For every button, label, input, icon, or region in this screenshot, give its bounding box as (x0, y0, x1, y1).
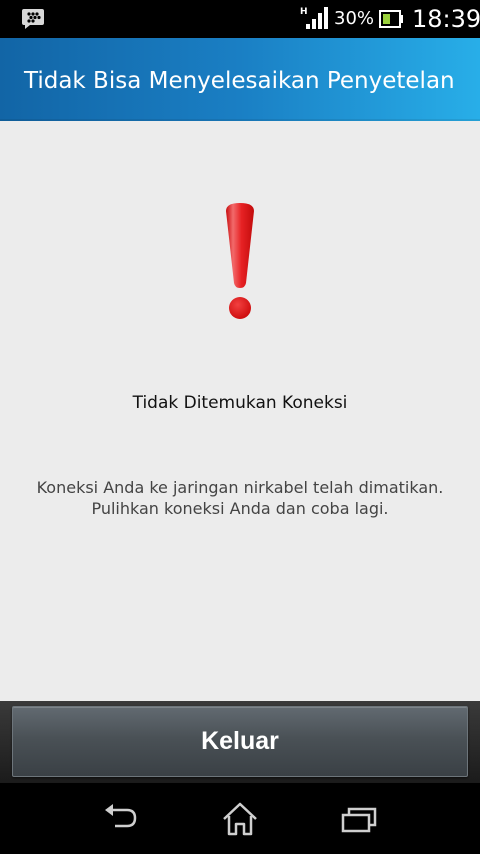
network-type-label: H (300, 7, 308, 17)
back-icon[interactable] (101, 801, 141, 837)
signal-icon: H (300, 7, 328, 29)
status-bar: H 30% 18:39 (0, 0, 480, 38)
home-icon[interactable] (220, 801, 260, 837)
error-message-line-2: Pulihkan koneksi Anda dan coba lagi. (91, 499, 389, 518)
app-header: Tidak Bisa Menyelesaikan Penyetelan (0, 38, 480, 121)
error-message-line-1: Koneksi Anda ke jaringan nirkabel telah … (36, 478, 444, 497)
page-title: Tidak Bisa Menyelesaikan Penyetelan (24, 68, 455, 94)
content-area: Tidak Ditemukan Koneksi Koneksi Anda ke … (0, 121, 480, 701)
battery-percent: 30% (334, 8, 375, 29)
error-title: Tidak Ditemukan Koneksi (132, 393, 348, 413)
battery-icon (379, 10, 403, 28)
bbm-icon (22, 9, 44, 29)
navigation-bar (0, 783, 480, 854)
exit-button[interactable]: Keluar (12, 706, 468, 777)
error-message: Koneksi Anda ke jaringan nirkabel telah … (20, 477, 460, 519)
recent-apps-icon[interactable] (339, 801, 379, 837)
exclamation-icon (226, 203, 254, 319)
button-bar: Keluar (0, 701, 480, 783)
clock: 18:39 (412, 5, 480, 33)
